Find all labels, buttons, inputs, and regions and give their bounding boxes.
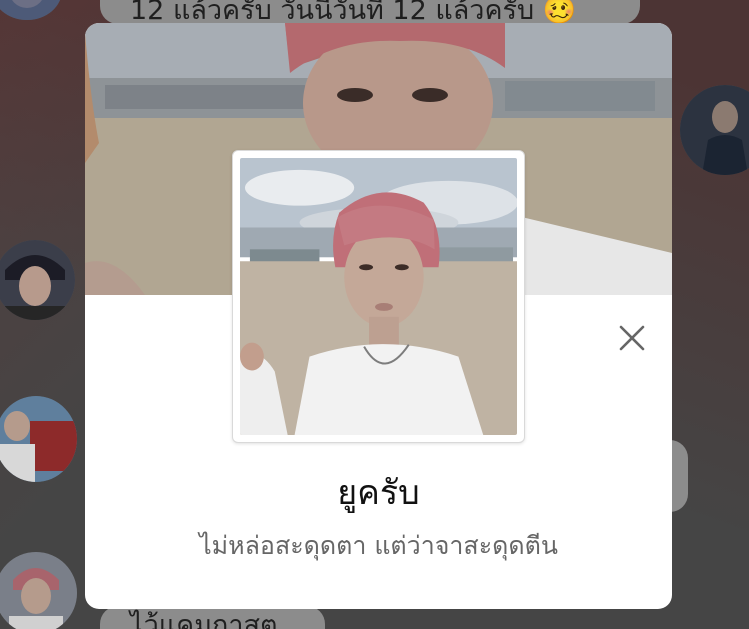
chat-avatar [0,552,77,629]
avatar-photo [240,158,517,435]
chat-avatar [0,0,62,20]
chat-avatar [0,240,75,320]
chat-message-bubble: ไว้แคมกาสต [100,606,325,629]
chat-avatar [680,85,749,175]
close-icon [619,325,645,351]
profile-status-message: ไม่หล่อสะดุดตา แต่ว่าจาสะดุดตีน [199,531,558,560]
chat-message-bubble: 12 แล้วครับ วันนี้วันที่ 12 แล้วครับ 🥴 [100,0,640,24]
chat-message-text: ไว้แคมกาสต [130,610,278,629]
profile-name: ยูครับ [337,473,420,513]
close-button[interactable] [617,323,647,353]
profile-avatar[interactable] [232,150,525,443]
chat-avatar [0,396,77,482]
profile-card: ยูครับ ไม่หล่อสะดุดตา แต่ว่าจาสะดุดตีน [85,23,672,609]
chat-message-text: 12 แล้วครับ วันนี้วันที่ 12 แล้วครับ 🥴 [130,0,577,24]
